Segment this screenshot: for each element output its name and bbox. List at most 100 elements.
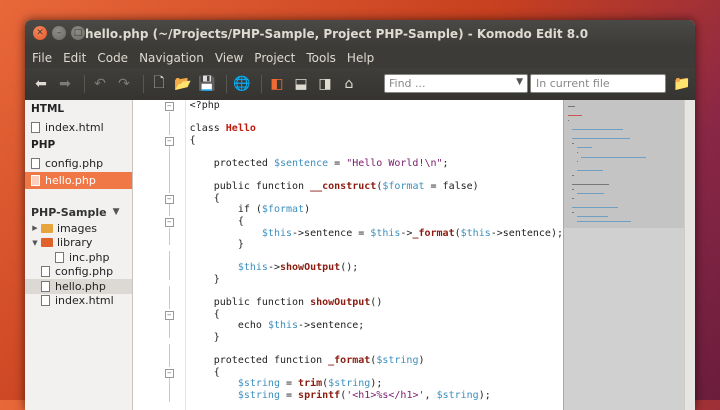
fold-column: − − − − − − — [164, 100, 175, 410]
file-label: hello.php — [45, 174, 96, 187]
close-window-button[interactable]: ✕ — [33, 26, 47, 40]
chevron-down-icon[interactable]: ▼ — [113, 207, 120, 217]
minimap-line — [581, 156, 647, 158]
menu-help[interactable]: Help — [346, 51, 375, 65]
maximize-window-button[interactable]: □ — [71, 26, 85, 40]
fold-guide — [168, 343, 170, 356]
code-line[interactable]: } — [190, 332, 563, 344]
code-area[interactable]: <?php class Hello{ protected $sentence = … — [186, 100, 563, 410]
fold-guide — [168, 262, 170, 274]
minimize-window-button[interactable]: – — [52, 26, 66, 40]
fold-toggle-icon[interactable]: − — [164, 194, 174, 204]
file-icon — [41, 280, 50, 292]
menu-project[interactable]: Project — [253, 51, 296, 65]
code-line[interactable] — [190, 286, 563, 298]
globe-icon[interactable]: 🌐 — [232, 74, 252, 94]
tree-file[interactable]: config.php — [25, 265, 132, 280]
code-line[interactable]: protected $sentence = "Hello World!\n"; — [190, 158, 563, 170]
code-line[interactable] — [190, 112, 563, 124]
find-input[interactable]: Find ... ▼ — [384, 74, 528, 93]
new-file-icon[interactable]: 🗋 — [149, 74, 169, 94]
forward-arrow-icon[interactable]: ➡ — [55, 74, 75, 94]
code-line[interactable]: public function showOutput() — [190, 297, 563, 309]
bottom-pane-icon[interactable]: ⬓ — [291, 74, 311, 94]
fold-guide — [168, 146, 170, 158]
code-line[interactable]: $string = trim($string); — [190, 378, 563, 390]
window-controls: ✕ – □ — [33, 26, 85, 40]
code-line[interactable]: { — [190, 309, 563, 321]
tree-label: inc.php — [69, 250, 110, 264]
menu-view[interactable]: View — [214, 51, 244, 65]
fold-toggle-icon[interactable]: − — [164, 102, 174, 111]
toolbar: ⬅ ➡ ↶ ↷ 🗋 📂 💾 🌐 ◧ ⬓ ◨ ⌂ Find ... ▼ In cu… — [25, 68, 695, 100]
fold-toggle-icon[interactable]: − — [164, 218, 174, 227]
code-line[interactable]: $this->showOutput(); — [190, 262, 563, 274]
code-line[interactable]: { — [190, 216, 563, 228]
open-file-item[interactable]: index.html — [25, 119, 132, 136]
back-arrow-icon[interactable]: ⬅ — [31, 74, 51, 94]
open-file-item[interactable]: config.php — [25, 155, 132, 172]
toolbox-icon[interactable]: ⌂ — [339, 74, 359, 94]
menu-edit[interactable]: Edit — [62, 51, 87, 65]
code-line[interactable]: public function __construct($format = fa… — [190, 181, 563, 193]
fold-guide — [168, 320, 170, 332]
code-line[interactable]: echo $this->sentence; — [190, 320, 563, 332]
code-line[interactable] — [190, 146, 563, 158]
tree-folder[interactable]: ▶ images — [25, 221, 132, 236]
fold-guide — [168, 355, 170, 367]
chevron-right-icon[interactable]: ▶ — [31, 224, 39, 232]
save-icon[interactable]: 💾 — [197, 74, 217, 94]
file-group-header: PHP — [31, 139, 56, 151]
code-line[interactable]: if ($format) — [190, 204, 563, 216]
open-file-item[interactable]: hello.php — [25, 172, 132, 189]
fold-toggle-icon[interactable]: − — [164, 368, 174, 378]
fold-end-marker — [168, 239, 170, 246]
search-scope-input[interactable]: In current file — [530, 74, 666, 93]
tree-file[interactable]: inc.php — [25, 250, 132, 265]
menu-code[interactable]: Code — [96, 51, 129, 65]
tree-file[interactable]: index.html — [25, 294, 132, 309]
redo-icon[interactable]: ↷ — [114, 74, 134, 94]
tree-folder[interactable]: ▼ library — [25, 236, 132, 251]
minimap-line — [572, 188, 574, 190]
code-line[interactable]: { — [190, 193, 563, 205]
folder-icon — [41, 238, 53, 248]
chevron-down-icon[interactable]: ▼ — [31, 239, 39, 247]
fold-toggle-icon[interactable]: − — [164, 310, 174, 320]
code-line[interactable] — [190, 251, 563, 263]
menu-navigation[interactable]: Navigation — [138, 51, 205, 65]
minimap[interactable] — [563, 100, 684, 410]
code-line[interactable]: <?php — [190, 100, 563, 112]
minimap-line — [576, 193, 605, 195]
code-line[interactable]: } — [190, 274, 563, 286]
right-pane-icon[interactable]: ◨ — [315, 74, 335, 94]
code-line[interactable]: protected function _format($string) — [190, 355, 563, 367]
minimap-line — [576, 152, 579, 153]
minimap-line — [576, 147, 593, 149]
tree-label: images — [57, 221, 97, 235]
minimap-line — [572, 175, 574, 176]
code-line[interactable]: { — [190, 135, 563, 147]
code-line[interactable]: } — [190, 239, 563, 251]
code-editor[interactable]: − − − − − − <?php class Hello{ protected $sent… — [132, 100, 695, 410]
project-header[interactable]: PHP-Sample ▼ ⚙ ▼ — [25, 203, 162, 221]
find-in-files-icon[interactable]: 📁 — [673, 76, 690, 92]
fold-toggle-icon[interactable]: − — [164, 136, 174, 146]
code-line[interactable] — [190, 170, 563, 182]
find-dropdown-icon[interactable]: ▼ — [516, 77, 523, 87]
menu-file[interactable]: File — [31, 51, 53, 65]
code-line[interactable]: $this->sentence = $this->_format($this->… — [190, 228, 563, 240]
code-line[interactable] — [190, 343, 563, 355]
left-pane-icon[interactable]: ◧ — [267, 74, 287, 94]
open-folder-icon[interactable]: 📂 — [173, 74, 193, 94]
minimap-viewport[interactable] — [564, 100, 684, 228]
code-line[interactable]: { — [190, 367, 563, 379]
tree-file[interactable]: hello.php — [25, 279, 132, 294]
undo-icon[interactable]: ↶ — [90, 74, 110, 94]
minimap-line — [576, 221, 632, 222]
menu-tools[interactable]: Tools — [305, 51, 337, 65]
fold-end-marker — [168, 332, 170, 338]
title-bar[interactable]: ✕ – □ hello.php (~/Projects/PHP-Sample, … — [25, 20, 695, 48]
code-line[interactable]: class Hello — [190, 123, 563, 135]
tree-label: library — [57, 236, 93, 250]
